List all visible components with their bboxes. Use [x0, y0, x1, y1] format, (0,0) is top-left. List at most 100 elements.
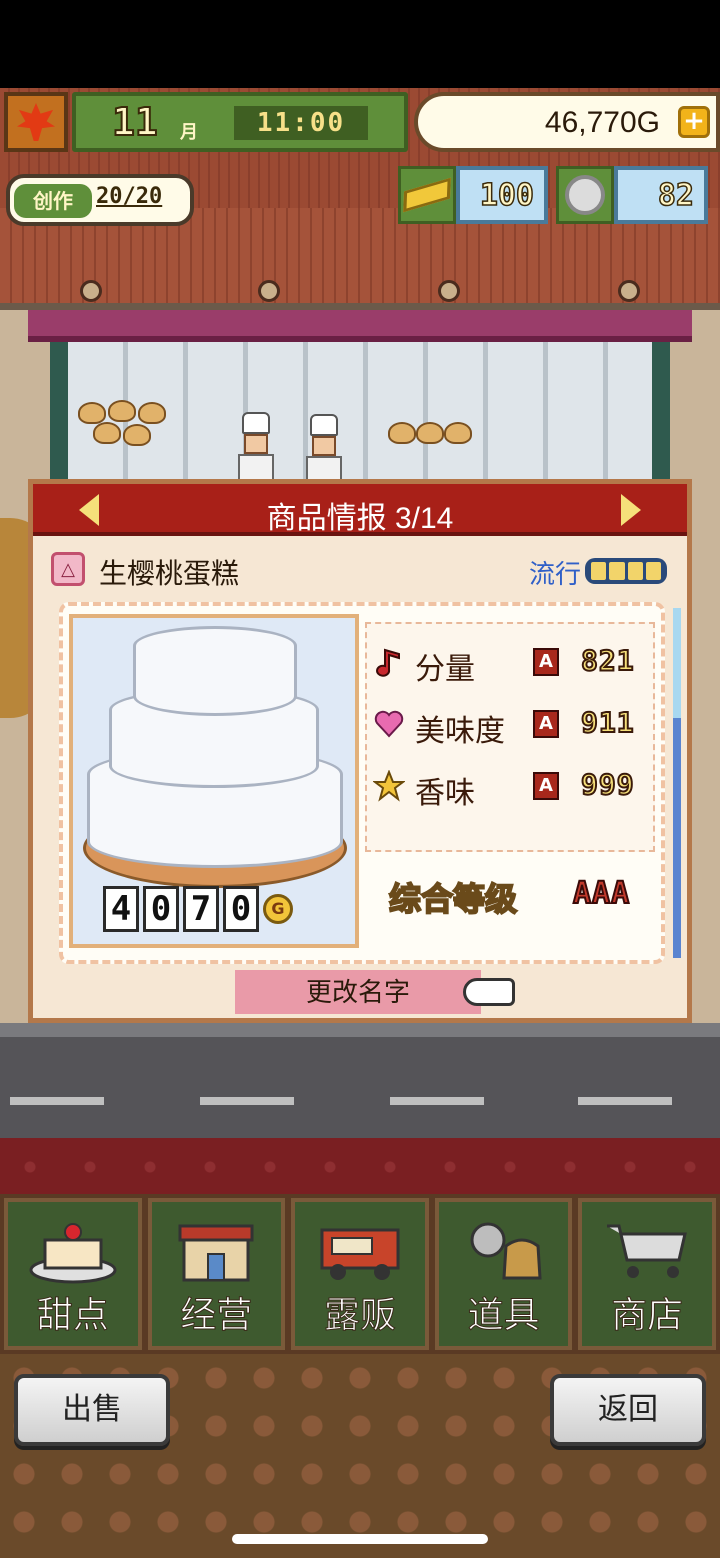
nav-label: 经营 — [180, 1294, 253, 1336]
gold-bar-icon — [403, 177, 451, 213]
medal-icon — [565, 175, 605, 215]
medal-count: 82 — [614, 166, 708, 224]
create-value: 20/20 — [96, 184, 163, 209]
chef-character — [304, 414, 344, 484]
bread-item — [416, 422, 444, 444]
stat-rank: A — [533, 648, 559, 676]
pointing-hand-icon — [463, 978, 515, 1006]
panel-header: 商品情报 3/14 — [33, 484, 687, 536]
panel-title: 商品情报 3/14 — [266, 502, 454, 535]
roof-light — [80, 280, 102, 302]
roof-light — [618, 280, 640, 302]
money-panel: 46,770G + — [414, 92, 720, 152]
nav-item-dessert[interactable]: 甜点 — [4, 1198, 142, 1350]
medal-badge — [556, 166, 614, 224]
stats-box: 分量 A 821 美味度 A 911 香味 A 999 — [365, 622, 655, 852]
road-marking — [390, 1097, 484, 1105]
food-truck-icon — [320, 1228, 400, 1280]
next-arrow-icon[interactable] — [621, 494, 641, 526]
trend-segment — [591, 562, 607, 580]
nav-label: 露贩 — [323, 1294, 396, 1336]
overall-grade-value: AAA — [572, 875, 631, 912]
stat-label: 美味度 — [415, 715, 505, 748]
trend-segment — [609, 562, 625, 580]
item-name-row: △ 生樱桃蛋糕 流行 — [43, 546, 677, 592]
stat-row-aroma: 香味 A 999 — [367, 762, 657, 812]
stat-label: 香味 — [415, 777, 475, 810]
nav-item-items[interactable]: 道具 — [434, 1198, 573, 1350]
price-digit: 0 — [223, 886, 259, 932]
bread-item — [78, 402, 106, 424]
add-money-button[interactable]: + — [678, 106, 710, 138]
scrollbar-thumb[interactable] — [673, 608, 681, 718]
shop-icon — [178, 1224, 254, 1282]
stat-rank: A — [533, 710, 559, 738]
rename-button[interactable]: 更改名字 — [235, 970, 481, 1014]
road-marking — [200, 1097, 294, 1105]
back-button[interactable]: 返回 — [550, 1374, 706, 1446]
shop-awning — [28, 310, 692, 342]
gold-bar-badge — [398, 166, 456, 224]
items-bag-icon — [470, 1222, 542, 1280]
cake-icon — [29, 1223, 117, 1284]
bread-item — [444, 422, 472, 444]
create-counter: 创作 20/20 — [6, 174, 194, 226]
nav-label: 甜点 — [36, 1294, 109, 1336]
stat-value: 999 — [580, 767, 635, 802]
heart-icon — [374, 710, 404, 738]
star-icon — [373, 770, 405, 802]
roof-light — [258, 280, 280, 302]
month-number: 11 — [111, 99, 159, 145]
trend-segment — [627, 562, 643, 580]
status-bar — [0, 0, 720, 88]
gold-coin-icon: G — [263, 894, 293, 924]
trend-label: 流行 — [528, 559, 581, 589]
price-digit: 7 — [183, 886, 219, 932]
item-name: 生樱桃蛋糕 — [99, 558, 240, 589]
stat-rank: A — [533, 772, 559, 800]
bread-item — [138, 402, 166, 424]
trend-meter — [585, 558, 667, 584]
price-display: 4 0 7 0 G — [103, 886, 293, 932]
stat-value: 821 — [580, 643, 635, 678]
bottom-nav: 甜点 经营 露贩 道具 商店 — [0, 1194, 720, 1354]
create-label: 创作 — [14, 184, 92, 218]
month-unit: 月 — [180, 122, 198, 143]
trend-segment — [645, 562, 661, 580]
road-marking — [578, 1097, 672, 1105]
home-indicator[interactable] — [232, 1534, 488, 1544]
bread-item — [123, 424, 151, 446]
cake-category-icon: △ — [51, 552, 85, 586]
nav-item-store[interactable]: 商店 — [578, 1198, 716, 1350]
stat-value: 911 — [580, 705, 635, 740]
clock-time: 11:00 — [234, 106, 368, 140]
roof-light — [438, 280, 460, 302]
sell-button[interactable]: 出售 — [14, 1374, 170, 1446]
bread-item — [388, 422, 416, 444]
product-info-panel: 商品情报 3/14 △ 生樱桃蛋糕 流行 4 0 7 0 G 分量 A 821 … — [28, 479, 692, 1023]
money-amount: 46,770G — [544, 106, 660, 139]
road-marking — [10, 1097, 104, 1105]
price-digit: 4 — [103, 886, 139, 932]
stat-row-taste: 美味度 A 911 — [367, 700, 657, 750]
stat-label: 分量 — [415, 653, 475, 686]
chef-character — [236, 412, 276, 482]
bread-item — [108, 400, 136, 422]
road — [0, 1023, 720, 1138]
season-badge — [4, 92, 68, 152]
decorative-strip — [0, 1138, 720, 1196]
date-time-panel: 11 月 11:00 — [72, 92, 408, 152]
bread-item — [93, 422, 121, 444]
overall-grade-label: 综合等级 — [388, 880, 518, 918]
gold-bar-count: 100 — [456, 166, 548, 224]
nav-label: 道具 — [467, 1294, 540, 1336]
price-digit: 0 — [143, 886, 179, 932]
nav-item-food-truck[interactable]: 露贩 — [291, 1198, 429, 1350]
stat-row-volume: 分量 A 821 — [367, 638, 657, 688]
shopping-cart-icon — [607, 1224, 688, 1278]
cake-image: 4 0 7 0 G — [69, 614, 359, 948]
nav-item-management[interactable]: 经营 — [147, 1198, 286, 1350]
nav-label: 商店 — [611, 1294, 684, 1336]
maple-leaf-icon — [17, 103, 55, 141]
cake-tier-top — [133, 626, 297, 716]
